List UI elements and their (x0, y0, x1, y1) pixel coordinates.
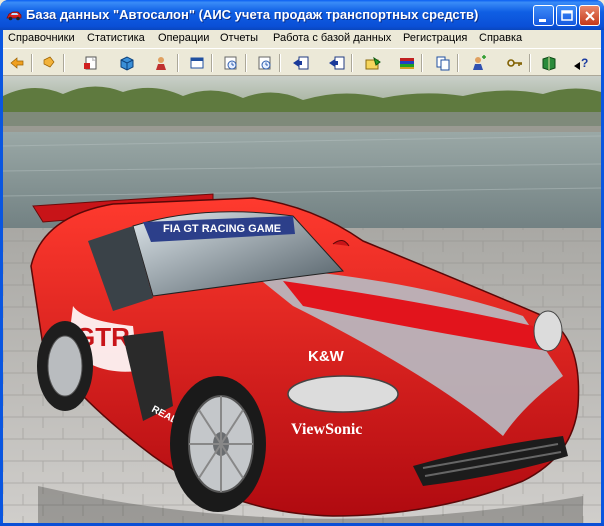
close-icon (585, 11, 595, 21)
toolbar-button-user-add[interactable] (467, 52, 491, 74)
document-icon (84, 56, 97, 70)
window-icon (190, 57, 204, 69)
menu-bar: Справочники Статистика Операции Отчеты Р… (3, 30, 601, 48)
car-app-icon (6, 11, 22, 21)
user-add-icon (473, 55, 486, 70)
toolbar-button-copy[interactable] (431, 52, 455, 74)
toolbar-separator (279, 54, 281, 72)
svg-text:?: ? (581, 56, 588, 70)
minimize-button[interactable] (533, 5, 554, 26)
toolbar-button-clock[interactable] (219, 52, 243, 74)
clock-icon (258, 56, 271, 70)
toolbar-separator (421, 54, 423, 72)
arrow-back-icon (10, 57, 24, 69)
toolbar-button-box[interactable] (115, 52, 139, 74)
toolbar-button-back[interactable] (5, 52, 29, 74)
help-icon: ? (574, 56, 588, 70)
toolbar-separator (177, 54, 179, 72)
toolbar-button-document[interactable] (79, 52, 103, 74)
menu-registration[interactable]: Регистрация (403, 32, 467, 44)
toolbar-separator (211, 54, 213, 72)
person-icon (156, 57, 166, 70)
toolbar: ? (3, 48, 601, 76)
app-window: База данных "Автосалон" (АИС учета прода… (0, 0, 604, 526)
import-icon (293, 56, 309, 70)
toolbar-separator (529, 54, 531, 72)
toolbar-button-key[interactable] (503, 52, 527, 74)
client-area: Справочники Статистика Операции Отчеты Р… (3, 30, 601, 523)
menu-statistics[interactable]: Статистика (87, 32, 145, 44)
toolbar-button-book[interactable] (537, 52, 561, 74)
menu-reports[interactable]: Отчеты (220, 32, 258, 44)
window-title: База данных "Автосалон" (АИС учета прода… (26, 7, 479, 22)
books-icon (400, 58, 414, 69)
toolbar-button-window[interactable] (185, 52, 209, 74)
toolbar-separator (31, 54, 33, 72)
toolbar-button-export[interactable] (325, 52, 349, 74)
clock-icon (224, 56, 237, 70)
menu-help[interactable]: Справка (479, 32, 522, 44)
key-icon (507, 59, 522, 67)
toolbar-separator (457, 54, 459, 72)
toolbar-button-forward[interactable] (37, 52, 61, 74)
box-icon (120, 56, 134, 71)
sponsor-kw-decal: K&W (308, 348, 345, 365)
title-bar[interactable]: База данных "Автосалон" (АИС учета прода… (0, 0, 604, 30)
maximize-icon (561, 10, 573, 21)
toolbar-button-person[interactable] (149, 52, 173, 74)
minimize-icon (539, 19, 546, 22)
menu-operations[interactable]: Операции (158, 32, 209, 44)
export-icon (329, 56, 345, 70)
folder-icon (365, 56, 381, 70)
toolbar-separator (245, 54, 247, 72)
arrow-forward-icon (43, 56, 55, 68)
book-icon (542, 56, 556, 71)
menu-directories[interactable]: Справочники (8, 32, 75, 44)
sponsor-viewsonic-decal: ViewSonic (291, 421, 362, 438)
maximize-button[interactable] (556, 5, 577, 26)
toolbar-button-folder[interactable] (361, 52, 385, 74)
toolbar-separator (351, 54, 353, 72)
splash-photo: FIA GT RACING GAME GTR K&W ViewSonic REA… (3, 76, 601, 523)
toolbar-button-books[interactable] (395, 52, 419, 74)
copy-icon (436, 56, 450, 71)
close-button[interactable] (579, 5, 600, 26)
menu-database[interactable]: Работа с базой данных (273, 32, 391, 44)
banner-decal: FIA GT RACING GAME (163, 223, 281, 235)
toolbar-button-import[interactable] (289, 52, 313, 74)
toolbar-button-help[interactable]: ? (569, 52, 593, 74)
toolbar-button-clock-2[interactable] (253, 52, 277, 74)
race-car-image: FIA GT RACING GAME GTR K&W ViewSonic REA… (3, 76, 601, 523)
toolbar-separator (63, 54, 65, 72)
